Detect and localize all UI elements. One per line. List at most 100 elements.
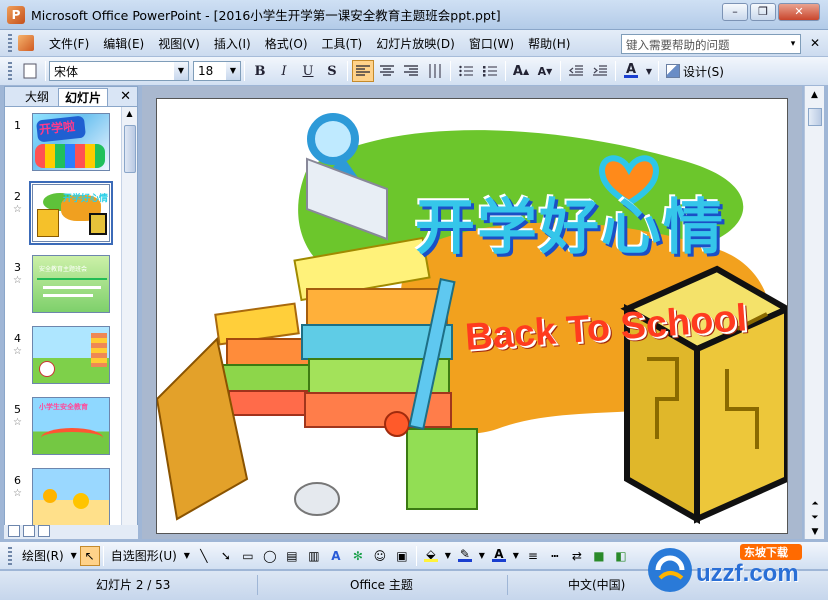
menu-edit[interactable]: 编辑(E) xyxy=(96,35,151,52)
menu-help[interactable]: 帮助(H) xyxy=(521,35,577,52)
slide-thumbnail[interactable]: 2 ☆ 开学好心情 xyxy=(5,181,122,246)
line-style-icon[interactable]: ≡ xyxy=(524,547,542,565)
slide-thumbnail-image[interactable]: 开学啦 xyxy=(32,113,110,171)
slide-thumbnail[interactable]: 4 ☆ xyxy=(5,324,122,388)
chevron-down-icon[interactable]: ▼ xyxy=(512,547,520,565)
autoshapes-button[interactable]: 自选图形(U) xyxy=(107,547,181,564)
tab-outline[interactable]: 大纲 xyxy=(19,88,55,106)
wordart-icon[interactable]: A xyxy=(327,547,345,565)
powerpoint-app-icon[interactable]: P xyxy=(7,5,25,24)
bold-button[interactable]: B xyxy=(249,60,271,82)
scroll-thumb[interactable] xyxy=(124,125,136,173)
menu-insert[interactable]: 插入(I) xyxy=(207,35,258,52)
draw-menu-button[interactable]: 绘图(R) xyxy=(18,547,68,564)
menu-slideshow[interactable]: 幻灯片放映(D) xyxy=(369,35,462,52)
slide-scrollbar[interactable]: ▲ ⏶ ⏷ ▼ xyxy=(804,86,824,539)
underline-button[interactable]: U xyxy=(297,60,319,82)
slide-thumbnail-image[interactable]: 小学生安全教育 xyxy=(32,397,110,455)
document-icon[interactable] xyxy=(18,35,34,51)
thumbnail-scrollbar[interactable]: ▲ xyxy=(121,107,137,527)
scroll-up-icon[interactable]: ▲ xyxy=(122,107,137,121)
3d-style-icon[interactable]: ◧ xyxy=(612,547,630,565)
new-slide-icon[interactable] xyxy=(19,60,41,82)
chevron-down-icon[interactable]: ▼ xyxy=(478,547,486,565)
toolbar-grip-icon[interactable] xyxy=(8,34,12,52)
arrow-icon[interactable]: ➘ xyxy=(217,547,235,565)
current-slide[interactable]: 开学好心情 Back To School xyxy=(156,98,788,534)
fill-color-icon[interactable]: ⬙ xyxy=(422,547,440,565)
slide-thumbnail-image[interactable] xyxy=(32,326,110,384)
previous-slide-icon[interactable]: ⏶ xyxy=(805,497,825,511)
diagram-icon[interactable]: ✻ xyxy=(349,547,367,565)
chevron-down-icon[interactable]: ▼ xyxy=(644,60,654,82)
font-size-select[interactable]: 18 ▼ xyxy=(193,61,241,81)
dash-style-icon[interactable]: ┅ xyxy=(546,547,564,565)
decrease-indent-icon[interactable] xyxy=(565,60,587,82)
line-icon[interactable]: ╲ xyxy=(195,547,213,565)
align-left-icon[interactable] xyxy=(352,60,374,82)
align-right-icon[interactable] xyxy=(400,60,422,82)
font-color-icon[interactable]: A xyxy=(620,60,642,82)
picture-icon[interactable]: ▣ xyxy=(393,547,411,565)
line-color-icon[interactable]: ✎ xyxy=(456,547,474,565)
scroll-thumb[interactable] xyxy=(808,108,822,126)
menu-window[interactable]: 窗口(W) xyxy=(462,35,521,52)
slide-title-cn[interactable]: 开学好心情 xyxy=(415,179,725,266)
chevron-down-icon[interactable]: ▼ xyxy=(183,547,191,565)
slideshow-icon[interactable] xyxy=(38,525,50,537)
normal-view-icon[interactable] xyxy=(8,525,20,537)
chevron-down-icon[interactable]: ▼ xyxy=(174,62,188,80)
slide-sorter-icon[interactable] xyxy=(23,525,35,537)
distribute-icon[interactable] xyxy=(424,60,446,82)
separator xyxy=(560,61,561,81)
tab-slides[interactable]: 幻灯片 xyxy=(58,88,109,106)
font-color-icon[interactable]: A xyxy=(490,547,508,565)
help-dropdown-icon[interactable]: ▾ xyxy=(786,35,800,53)
slide-thumbnail-image[interactable] xyxy=(32,468,110,526)
restore-button[interactable]: ❐ xyxy=(750,3,776,21)
design-button[interactable]: 设计(S) xyxy=(662,63,728,80)
select-objects-icon[interactable]: ↖ xyxy=(79,545,100,566)
menu-format[interactable]: 格式(O) xyxy=(258,35,315,52)
slide-thumbnail[interactable]: 3 ☆ 安全教育主题班会 xyxy=(5,253,122,317)
close-icon[interactable]: ✕ xyxy=(120,88,131,106)
thumb-title: 小学生安全教育 xyxy=(39,403,88,411)
oval-icon[interactable]: ◯ xyxy=(261,547,279,565)
increase-indent-icon[interactable] xyxy=(589,60,611,82)
minimize-button[interactable]: – xyxy=(722,3,748,21)
next-slide-icon[interactable]: ⏷ xyxy=(805,511,825,525)
chevron-down-icon[interactable]: ▼ xyxy=(70,547,78,565)
toolbar-grip-icon[interactable] xyxy=(8,546,12,565)
shadow-style-icon[interactable]: ■ xyxy=(590,547,608,565)
rectangle-icon[interactable]: ▭ xyxy=(239,547,257,565)
font-size-value: 18 xyxy=(198,64,214,78)
chevron-down-icon[interactable]: ▼ xyxy=(444,547,452,565)
help-search-input[interactable]: 键入需要帮助的问题 xyxy=(621,34,801,54)
document-close-icon[interactable]: ✕ xyxy=(808,35,822,51)
slide-thumbnail[interactable]: 5 ☆ 小学生安全教育 xyxy=(5,395,122,459)
menu-file[interactable]: 文件(F) xyxy=(42,35,96,52)
scroll-down-icon[interactable]: ▼ xyxy=(805,525,825,539)
italic-button[interactable]: I xyxy=(273,60,295,82)
shadow-button[interactable]: S xyxy=(321,60,343,82)
arrow-style-icon[interactable]: ⇄ xyxy=(568,547,586,565)
toolbar-grip-icon[interactable] xyxy=(8,62,12,80)
textbox-icon[interactable]: ▤ xyxy=(283,547,301,565)
slide-thumbnail[interactable]: 1 开学啦 xyxy=(5,111,122,175)
slide-thumbnail[interactable]: 6 ☆ xyxy=(5,466,122,527)
close-button[interactable]: ✕ xyxy=(778,3,820,21)
slide-thumbnail-image[interactable]: 开学好心情 xyxy=(29,181,113,245)
decrease-font-size-icon[interactable]: A ▼ xyxy=(534,60,556,82)
menu-view[interactable]: 视图(V) xyxy=(151,35,207,52)
font-name-select[interactable]: 宋体 ▼ xyxy=(49,61,189,81)
align-center-icon[interactable] xyxy=(376,60,398,82)
chevron-down-icon[interactable]: ▼ xyxy=(226,62,240,80)
increase-font-size-icon[interactable]: A ▲ xyxy=(510,60,532,82)
clipart-icon[interactable]: ☺ xyxy=(371,547,389,565)
vertical-textbox-icon[interactable]: ▥ xyxy=(305,547,323,565)
bullets-icon[interactable] xyxy=(479,60,501,82)
scroll-up-icon[interactable]: ▲ xyxy=(805,86,824,104)
numbering-icon[interactable] xyxy=(455,60,477,82)
slide-thumbnail-image[interactable]: 安全教育主题班会 xyxy=(32,255,110,313)
menu-tools[interactable]: 工具(T) xyxy=(315,35,370,52)
